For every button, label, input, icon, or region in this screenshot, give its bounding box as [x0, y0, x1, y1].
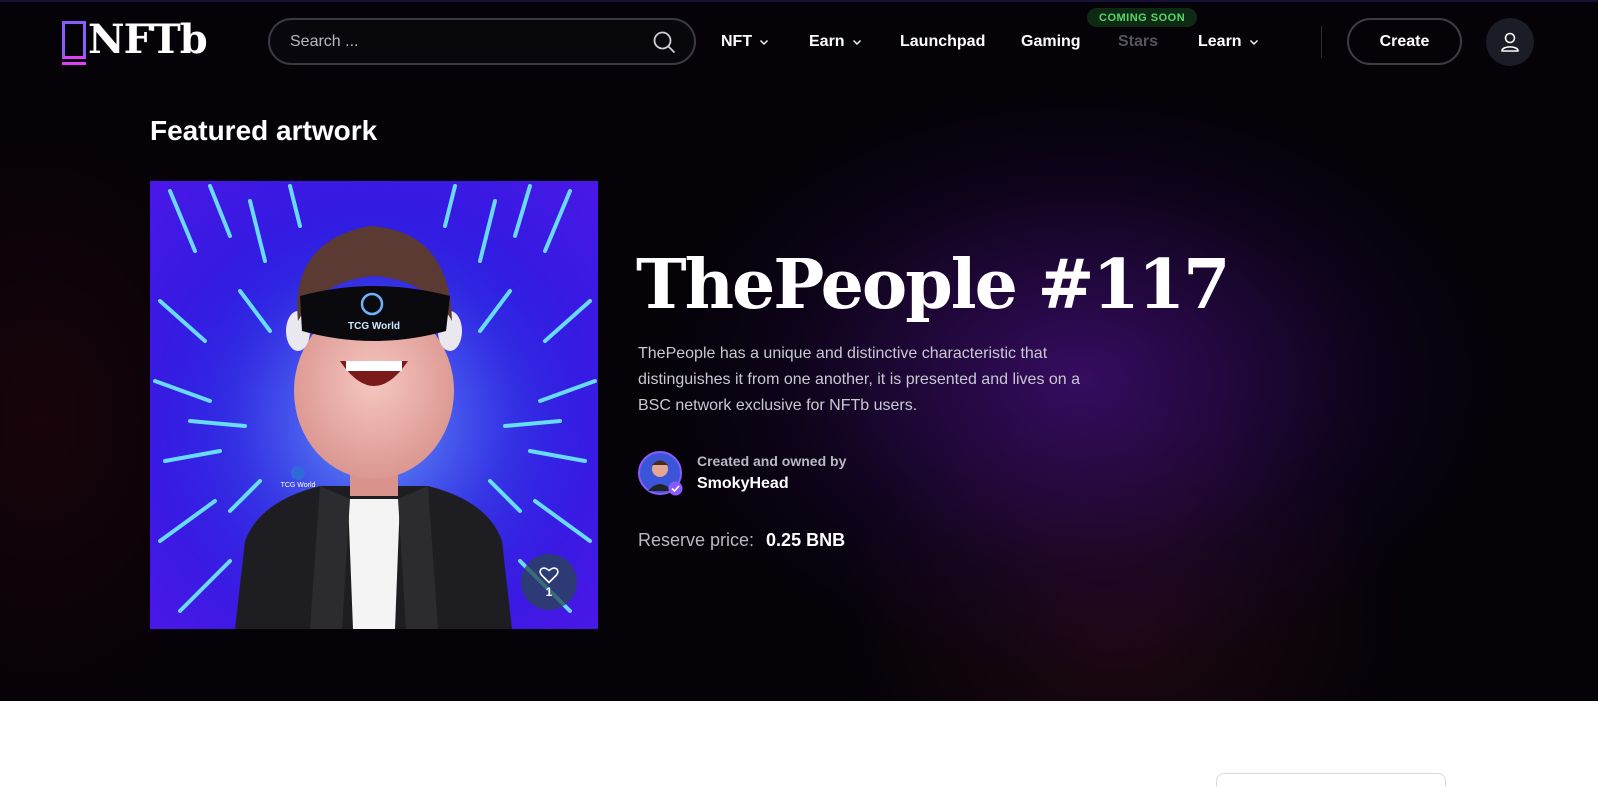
logo-mark-icon — [62, 21, 86, 65]
nft-description: ThePeople has a unique and distinctive c… — [638, 345, 1081, 414]
nav-nft[interactable]: NFT — [721, 30, 769, 54]
nav-learn-label: Learn — [1198, 33, 1242, 50]
section-title: Featured artwork — [150, 115, 378, 146]
nav-launchpad-label: Launchpad — [900, 33, 986, 50]
reserve-price: Reserve price: 0.25 BNB — [638, 530, 845, 551]
price-label: Reserve price: — [638, 530, 755, 550]
search-icon[interactable] — [652, 30, 676, 54]
nav-earn[interactable]: Earn — [809, 30, 862, 54]
search-input[interactable] — [290, 32, 652, 51]
visor-brand-text: TCG World — [348, 321, 400, 332]
user-icon — [1501, 32, 1519, 52]
chevron-down-icon — [1249, 40, 1258, 45]
price-value: 0.25 BNB — [766, 530, 846, 550]
filter-card-peek[interactable] — [1216, 773, 1446, 787]
owner-info[interactable]: Created and owned by SmokyHead — [638, 450, 846, 496]
nav-stars[interactable]: Stars — [1118, 30, 1158, 54]
owner-label: Created and owned by — [697, 453, 847, 469]
heart-icon — [539, 566, 559, 583]
nftb-logo[interactable]: NFTb — [62, 16, 208, 65]
chevron-down-icon — [852, 40, 861, 45]
owner-avatar[interactable] — [638, 451, 683, 496]
owner-name[interactable]: SmokyHead — [697, 475, 846, 493]
like-count: 1 — [545, 584, 553, 599]
nft-title[interactable]: ThePeople #117 — [636, 248, 1230, 323]
hero-section: NFTb NFT Earn Launchpad Gaming Stars Lea… — [0, 0, 1598, 701]
nav-earn-label: Earn — [809, 33, 845, 50]
nav-nft-label: NFT — [721, 33, 753, 50]
jacket-patch-text: TCG World — [281, 482, 316, 489]
nav-stars-label: Stars — [1118, 33, 1159, 50]
search-bar[interactable] — [268, 18, 696, 65]
featured-artwork-image[interactable]: TCG World TCG World 1 — [150, 181, 598, 629]
header-divider — [1321, 26, 1322, 58]
nav-learn[interactable]: Learn — [1198, 30, 1259, 54]
create-button[interactable]: Create — [1347, 18, 1462, 65]
nav-gaming[interactable]: Gaming — [1021, 30, 1081, 54]
verified-check-icon — [668, 481, 683, 496]
chevron-down-icon — [760, 40, 769, 45]
logo-text: NFTb — [88, 16, 208, 63]
coming-soon-badge: COMING SOON — [1087, 8, 1198, 27]
user-account-button[interactable] — [1486, 18, 1534, 66]
nav-gaming-label: Gaming — [1021, 33, 1081, 50]
owner-text: Created and owned by SmokyHead — [697, 453, 846, 493]
top-border — [0, 0, 1598, 2]
nav-launchpad[interactable]: Launchpad — [900, 30, 985, 54]
like-button[interactable]: 1 — [521, 554, 577, 610]
